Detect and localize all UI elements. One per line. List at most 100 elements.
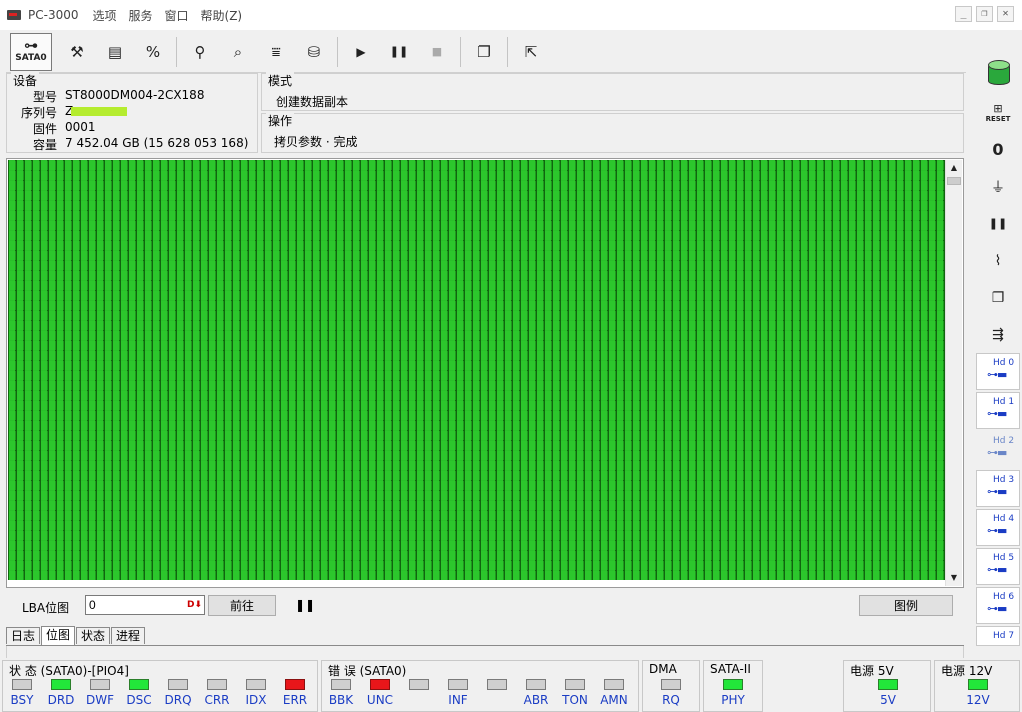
minimize-button[interactable]: _: [955, 6, 972, 22]
hdd-button[interactable]: ⛁: [295, 33, 333, 71]
scroll-thumb[interactable]: [947, 177, 961, 185]
right-toolbar: ⊞ RESET 0 ⏚ ❚❚ ⌇ ❐ ⇶ Hd 0 ⊶▬ Hd 1 ⊶▬ Hd …: [976, 50, 1020, 660]
pause-icon[interactable]: ❚❚: [295, 598, 315, 612]
sata-port-button[interactable]: ⊶ SATA0: [10, 32, 52, 71]
error-led-ton: [565, 679, 585, 690]
go-button[interactable]: 前往: [208, 595, 276, 616]
copy-windows-button[interactable]: ❐: [465, 33, 503, 71]
exit-button[interactable]: ⇱: [512, 33, 550, 71]
head-1-button[interactable]: Hd 1 ⊶▬: [976, 392, 1020, 429]
status-bar: 状 态 (SATA0)-[PIO4] BSY DRD DWF DSC DRQ CRR IDX…: [0, 660, 1022, 712]
state-led-drd: [51, 679, 71, 690]
merge-icon: ⩸: [271, 42, 281, 61]
error-led-cell: [402, 679, 436, 693]
state-group: 状 态 (SATA0)-[PIO4] BSY DRD DWF DSC DRQ CRR IDX…: [2, 660, 318, 712]
state-led-label: CRR: [204, 693, 230, 707]
disconnect-button[interactable]: ⌇: [978, 242, 1018, 279]
toolbar-divider: [176, 36, 177, 67]
state-led-dwf: [90, 679, 110, 690]
stop-button[interactable]: ■: [418, 33, 456, 71]
tab-process[interactable]: 进程: [111, 627, 146, 644]
head-0-button[interactable]: Hd 0 ⊶▬: [976, 353, 1020, 390]
scroll-up-icon[interactable]: ▲: [946, 160, 962, 176]
pause-side-button[interactable]: ❚❚: [978, 205, 1018, 242]
app-title: PC-3000: [28, 8, 79, 22]
error-led-unnamed: [409, 679, 429, 690]
menu-window[interactable]: 窗口: [165, 7, 189, 24]
connector-button[interactable]: ⇶: [978, 316, 1018, 353]
tree-icon: ⚲: [194, 42, 206, 61]
head-7-label: Hd 7: [993, 631, 1015, 641]
switch-icon: ⏚: [991, 179, 1005, 196]
lba-bitmap-label: LBA位图: [22, 601, 70, 615]
scroll-down-icon[interactable]: ▼: [946, 570, 962, 586]
error-led-cell: UNC: [363, 679, 397, 707]
dma-rq-led: [661, 679, 681, 690]
state-led-bsy: [12, 679, 32, 690]
zero-button[interactable]: 0: [978, 131, 1018, 168]
restore-button[interactable]: ❐: [976, 6, 993, 22]
head-3-button[interactable]: Hd 3 ⊶▬: [976, 470, 1020, 507]
power12-group: 电源 12V 12V: [934, 660, 1020, 712]
zero-gauge-icon: 0: [992, 140, 1004, 159]
legend-button[interactable]: 图例: [859, 595, 953, 616]
play-button[interactable]: ▶: [342, 33, 380, 71]
lba-bitmap-view[interactable]: ▲ ▼: [6, 158, 964, 588]
database-button[interactable]: [978, 50, 1018, 94]
menu-help[interactable]: 帮助(Z): [201, 7, 243, 24]
stop-icon: ■: [431, 45, 443, 58]
reset-button[interactable]: ⊞ RESET: [978, 94, 1018, 131]
error-led-inf: [448, 679, 468, 690]
decimal-mode-icon[interactable]: D⬇: [187, 600, 202, 610]
close-button[interactable]: ✕: [997, 6, 1014, 22]
disk-map-button[interactable]: ▤: [96, 33, 134, 71]
serial-redaction: [71, 107, 128, 116]
state-led-label: DRQ: [164, 693, 192, 707]
percent-icon: %: [145, 42, 161, 61]
percent-button[interactable]: %: [134, 33, 172, 71]
tab-log[interactable]: 日志: [6, 627, 41, 644]
error-led-label: UNC: [366, 693, 394, 707]
power5-led-cell: 5V: [871, 679, 905, 707]
state-led-idx: [246, 679, 266, 690]
head-icon: ⊶▬: [987, 368, 1007, 381]
head-1-label: Hd 1: [993, 397, 1015, 407]
tab-bitmap[interactable]: 位图: [41, 626, 76, 645]
mode-legend: 模式: [266, 72, 295, 89]
capacity-value: 7 452.04 GB (15 628 053 168): [65, 136, 249, 150]
disconnect-icon: ⌇: [994, 252, 1002, 269]
dma-title: DMA: [649, 662, 677, 676]
operation-legend: 操作: [266, 112, 295, 129]
power-switch-button[interactable]: ⏚: [978, 168, 1018, 205]
tree-button[interactable]: ⚲: [181, 33, 219, 71]
pause-icon: ❚❚: [389, 45, 409, 58]
merge-button[interactable]: ⩸: [257, 33, 295, 71]
head-2-button[interactable]: Hd 2 ⊶▬: [976, 431, 1020, 468]
tools-button[interactable]: ⚒: [58, 33, 96, 71]
error-led-cell: INF: [441, 679, 475, 707]
head-4-button[interactable]: Hd 4 ⊶▬: [976, 509, 1020, 546]
head-6-button[interactable]: Hd 6 ⊶▬: [976, 587, 1020, 624]
head-icon: ⊶▬: [987, 485, 1007, 498]
sata-title: SATA-II: [710, 662, 751, 676]
error-led-amn: [604, 679, 624, 690]
head-icon: ⊶▬: [987, 602, 1007, 615]
lba-bitmap-grid[interactable]: [8, 160, 945, 580]
tab-status[interactable]: 状态: [76, 627, 111, 644]
state-led-label: ERR: [282, 693, 308, 707]
error-led-label: AMN: [600, 693, 628, 707]
menu-options[interactable]: 选项: [92, 7, 116, 24]
menu-service[interactable]: 服务: [129, 7, 153, 24]
head-icon: ⊶▬: [987, 563, 1007, 576]
head-7-button[interactable]: Hd 7: [976, 626, 1020, 646]
device-serial-row: 序列号 Z: [7, 104, 128, 120]
bitmap-scrollbar[interactable]: ▲ ▼: [945, 160, 962, 586]
error-led-cell: [480, 679, 514, 693]
search-button[interactable]: ⌕: [219, 33, 257, 71]
device-firmware-row: 固件 0001: [7, 120, 96, 136]
copy-close-button[interactable]: ❐: [978, 279, 1018, 316]
head-2-label: Hd 2: [993, 436, 1015, 446]
head-5-button[interactable]: Hd 5 ⊶▬: [976, 548, 1020, 585]
mode-panel: 模式 创建数据副本: [261, 72, 964, 111]
pause-button[interactable]: ❚❚: [380, 33, 418, 71]
